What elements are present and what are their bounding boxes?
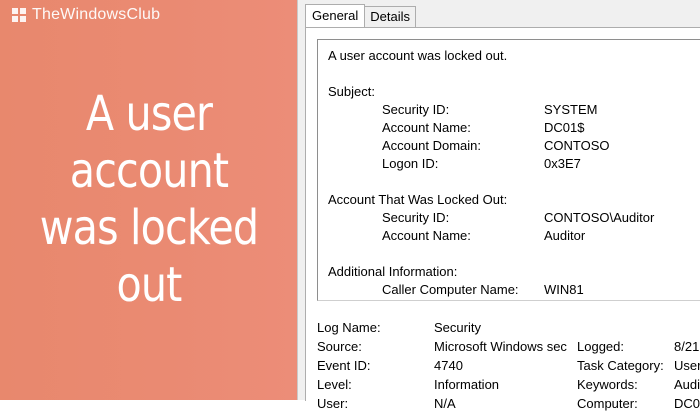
field-label: Security ID: <box>382 102 450 117</box>
field-value: 0x3E7 <box>544 156 581 171</box>
task-category-value: User <box>674 358 700 373</box>
windows-logo-icon <box>12 8 26 22</box>
task-category-label: Task Category: <box>577 358 664 373</box>
level-value: Information <box>434 377 500 392</box>
subject-header: Subject: <box>328 84 375 99</box>
logged-value: 8/21, <box>674 339 700 354</box>
keywords-value: Audi <box>674 377 700 392</box>
field-value: CONTOSO\Auditor <box>544 210 655 225</box>
headline-line: out <box>116 257 182 313</box>
computer-value: DC01 <box>674 396 700 411</box>
headline-line: A user <box>85 86 213 142</box>
tab-strip: General Details <box>305 4 416 27</box>
headline: A user account was locked out <box>36 86 261 314</box>
computer-label: Computer: <box>577 396 638 411</box>
field-label: Account Name: <box>382 120 471 135</box>
brand-name: TheWindowsClub <box>32 6 161 23</box>
field-label: Account Domain: <box>382 138 481 153</box>
field-value: DC01$ <box>544 120 585 135</box>
keywords-label: Keywords: <box>577 377 638 392</box>
log-name-value: Security <box>434 320 481 335</box>
event-id-label: Event ID: <box>317 358 371 373</box>
locked-account-header: Account That Was Locked Out: <box>328 192 508 207</box>
field-label: Logon ID: <box>382 156 439 171</box>
field-label: Caller Computer Name: <box>382 282 519 297</box>
event-description-box[interactable]: A user account was locked out. Subject: … <box>317 39 700 301</box>
tab-details[interactable]: Details <box>364 6 416 27</box>
field-label: Account Name: <box>382 228 471 243</box>
field-value: SYSTEM <box>544 102 598 117</box>
headline-line: was locked <box>39 200 259 256</box>
general-tab-panel: A user account was locked out. Subject: … <box>305 27 700 411</box>
log-name-label: Log Name: <box>317 320 381 335</box>
user-value: N/A <box>434 396 456 411</box>
source-label: Source: <box>317 339 362 354</box>
additional-info-header: Additional Information: <box>328 264 458 279</box>
source-value: Microsoft Windows sec <box>434 339 567 354</box>
event-summary: A user account was locked out. <box>328 48 508 63</box>
logged-label: Logged: <box>577 339 624 354</box>
field-value: Auditor <box>544 228 586 243</box>
field-value: WIN81 <box>544 282 584 297</box>
event-id-value: 4740 <box>434 358 463 373</box>
headline-line: account <box>69 143 229 199</box>
promo-panel: TheWindowsClub A user account was locked… <box>0 0 297 400</box>
field-label: Security ID: <box>382 210 450 225</box>
user-label: User: <box>317 396 349 411</box>
brand: TheWindowsClub <box>12 6 160 24</box>
field-value: CONTOSO <box>544 138 610 153</box>
event-properties-dialog: General Details A user account was locke… <box>297 0 700 411</box>
level-label: Level: <box>317 377 352 392</box>
tab-general[interactable]: General <box>305 4 366 27</box>
